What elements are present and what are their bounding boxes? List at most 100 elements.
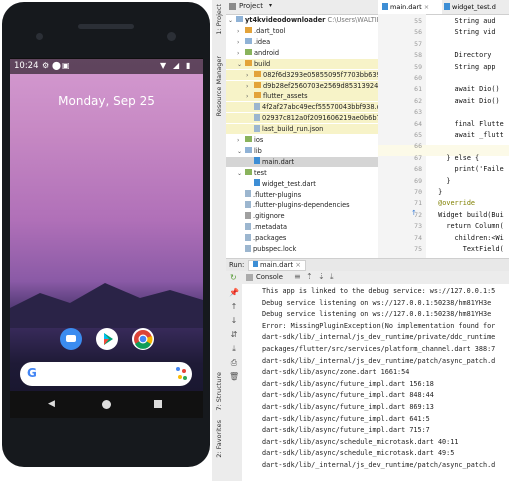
editor-tabs: main.dart × widget_test.d bbox=[378, 0, 509, 15]
tree-item[interactable]: › ios bbox=[226, 135, 378, 145]
soft-wrap-icon[interactable]: ⇵ bbox=[229, 330, 239, 339]
back-icon[interactable]: ◀ bbox=[48, 399, 55, 409]
google-search-bar[interactable]: G bbox=[20, 362, 192, 386]
tree-item[interactable]: › d9b28ef2560703e2569d853139242621b bbox=[226, 80, 379, 92]
recents-icon[interactable] bbox=[154, 400, 162, 408]
run-config-tab[interactable]: main.dart × bbox=[248, 260, 306, 271]
tree-item[interactable]: ⌄ lib bbox=[226, 146, 378, 156]
code-area[interactable]: 55 String aud 56 String vid 57 58 Directory… bbox=[378, 16, 509, 256]
expand-caret-icon[interactable]: › bbox=[237, 49, 245, 59]
down-arrow-icon[interactable]: ↓ bbox=[229, 316, 239, 325]
line-number: 56 bbox=[414, 28, 422, 37]
file-icon bbox=[254, 113, 260, 121]
tree-item-label: main.dart bbox=[262, 157, 295, 166]
line-number: 64 bbox=[414, 119, 422, 128]
expand-caret-icon[interactable]: › bbox=[237, 27, 245, 37]
tree-item[interactable]: 02937c812a0f2091606219ae0b6b7efc.cach bbox=[226, 113, 378, 124]
tree-item[interactable]: main.dart bbox=[226, 156, 378, 167]
folder-icon bbox=[245, 37, 252, 44]
tree-item-label: 4f2af27abc49ecf55570043bbf938.cach bbox=[262, 103, 378, 112]
tab-main-dart[interactable]: main.dart × bbox=[378, 0, 442, 14]
line-number: 61 bbox=[414, 85, 422, 94]
code-line: String aud bbox=[430, 17, 496, 25]
filter-icon[interactable]: ≡ bbox=[294, 272, 301, 281]
tree-item-label: .flutter-plugins bbox=[253, 190, 302, 199]
project-view-selector[interactable]: Project bbox=[239, 2, 263, 10]
code-editor[interactable]: main.dart × widget_test.d 55 String aud 5… bbox=[378, 0, 509, 258]
print-icon[interactable]: ⎙ bbox=[229, 358, 239, 367]
tree-item-label: d9b28ef2560703e2569d853139242621b bbox=[263, 81, 379, 90]
project-panel: Project ▾ ⌄ yt4kvideodownloader C:\Users\… bbox=[226, 0, 379, 258]
line-number: 58 bbox=[414, 51, 422, 60]
messages-icon[interactable] bbox=[60, 328, 82, 350]
console-tab[interactable]: Console bbox=[256, 273, 283, 281]
favorites-side-tab[interactable]: 2: Favorites bbox=[215, 420, 223, 458]
console-output[interactable]: This app is linked to the debug service:… bbox=[242, 284, 509, 481]
assistant-icon-dot bbox=[182, 369, 186, 373]
expand-caret-icon[interactable]: ⌄ bbox=[228, 16, 236, 26]
tree-item[interactable]: 4f2af27abc49ecf55570043bbf938.cach bbox=[226, 102, 378, 113]
scroll-end-icon[interactable]: ⤓ bbox=[330, 272, 334, 282]
google-g-icon: G bbox=[27, 366, 37, 380]
tree-item[interactable]: widget_test.dart bbox=[226, 179, 378, 189]
expand-caret-icon[interactable]: ⌄ bbox=[237, 169, 245, 179]
tree-item[interactable]: ⌄ build bbox=[226, 58, 378, 70]
tree-item[interactable]: .flutter-plugins-dependencies bbox=[226, 200, 378, 210]
expand-caret-icon[interactable]: ⌄ bbox=[237, 60, 245, 70]
line-number: 60 bbox=[414, 74, 422, 82]
project-side-tab[interactable]: 1: Project bbox=[215, 4, 223, 35]
scroll-up-icon[interactable]: ⇡ bbox=[306, 272, 313, 281]
expand-caret-icon[interactable]: › bbox=[246, 82, 254, 92]
expand-caret-icon[interactable]: ⌄ bbox=[237, 147, 245, 157]
expand-caret-icon[interactable]: › bbox=[237, 38, 245, 48]
override-gutter-icon[interactable]: ↑ bbox=[411, 209, 417, 217]
file-icon bbox=[254, 102, 260, 110]
home-icon[interactable] bbox=[102, 400, 111, 409]
resource-manager-side-tab[interactable]: Resource Manager bbox=[215, 56, 223, 116]
code-line: print('Faile bbox=[430, 165, 504, 174]
tree-item[interactable]: last_build_run.json bbox=[226, 124, 378, 135]
tree-item[interactable]: › 082f6d3293e05855095f7703bb6393cf bbox=[226, 69, 378, 81]
close-icon[interactable]: × bbox=[295, 261, 301, 269]
settings-icon: ⚙ bbox=[42, 61, 50, 70]
tree-item[interactable]: .flutter-plugins bbox=[226, 190, 378, 200]
scroll-to-end-icon[interactable]: ⤓ bbox=[229, 344, 239, 353]
pin-icon[interactable]: 📌 bbox=[229, 288, 239, 297]
structure-side-tab[interactable]: 7: Structure bbox=[215, 372, 223, 411]
line-number: 67 bbox=[414, 153, 422, 162]
tree-item[interactable]: .gitignore bbox=[226, 211, 378, 221]
expand-caret-icon[interactable]: › bbox=[246, 71, 254, 81]
clear-all-icon[interactable]: 🗑 bbox=[229, 372, 239, 381]
play-store-icon[interactable] bbox=[96, 328, 118, 350]
scroll-down-icon[interactable]: ⇣ bbox=[318, 272, 325, 281]
assistant-icon[interactable] bbox=[176, 367, 180, 371]
chevron-down-icon[interactable]: ▾ bbox=[269, 2, 272, 9]
tree-item[interactable]: ⌄ test bbox=[226, 168, 378, 178]
folder-icon bbox=[254, 81, 261, 88]
tree-item[interactable]: › .dart_tool bbox=[226, 26, 378, 36]
phone-screen[interactable]: 10:24 ⚙ ⬤ ▣ ▼ ◢ ▮ Monday, Sep 25 G ◀ bbox=[10, 58, 203, 418]
tree-item[interactable]: › flutter_assets bbox=[226, 91, 378, 102]
up-arrow-icon[interactable]: ↑ bbox=[229, 302, 239, 311]
dart-file-icon bbox=[254, 157, 260, 165]
folder-icon bbox=[254, 70, 261, 77]
rerun-icon[interactable]: ↻ bbox=[230, 273, 237, 282]
code-line: } bbox=[430, 188, 443, 196]
tree-item[interactable]: .metadata bbox=[226, 222, 378, 232]
close-icon[interactable]: × bbox=[424, 3, 429, 11]
line-number: 65 bbox=[414, 131, 422, 139]
folder-icon bbox=[236, 16, 243, 22]
chrome-icon[interactable] bbox=[132, 328, 154, 350]
tree-root[interactable]: ⌄ yt4kvideodownloader C:\Users\WALTIBAS0\… bbox=[226, 15, 378, 25]
tree-item[interactable]: › android bbox=[226, 48, 378, 58]
tree-item[interactable]: pubspec.lock bbox=[226, 244, 378, 254]
earpiece bbox=[78, 24, 134, 29]
tree-item[interactable]: › .idea bbox=[226, 37, 378, 47]
expand-caret-icon[interactable]: › bbox=[237, 136, 245, 146]
tab-widget-test[interactable]: widget_test.d bbox=[440, 0, 509, 14]
code-line: String app bbox=[430, 62, 496, 71]
line-number: 74 bbox=[414, 233, 422, 242]
tree-item[interactable]: .packages bbox=[226, 233, 378, 243]
expand-caret-icon[interactable]: › bbox=[246, 92, 254, 102]
console-line: dart-sdk/lib/async/schedule_microtask.da… bbox=[262, 437, 459, 446]
